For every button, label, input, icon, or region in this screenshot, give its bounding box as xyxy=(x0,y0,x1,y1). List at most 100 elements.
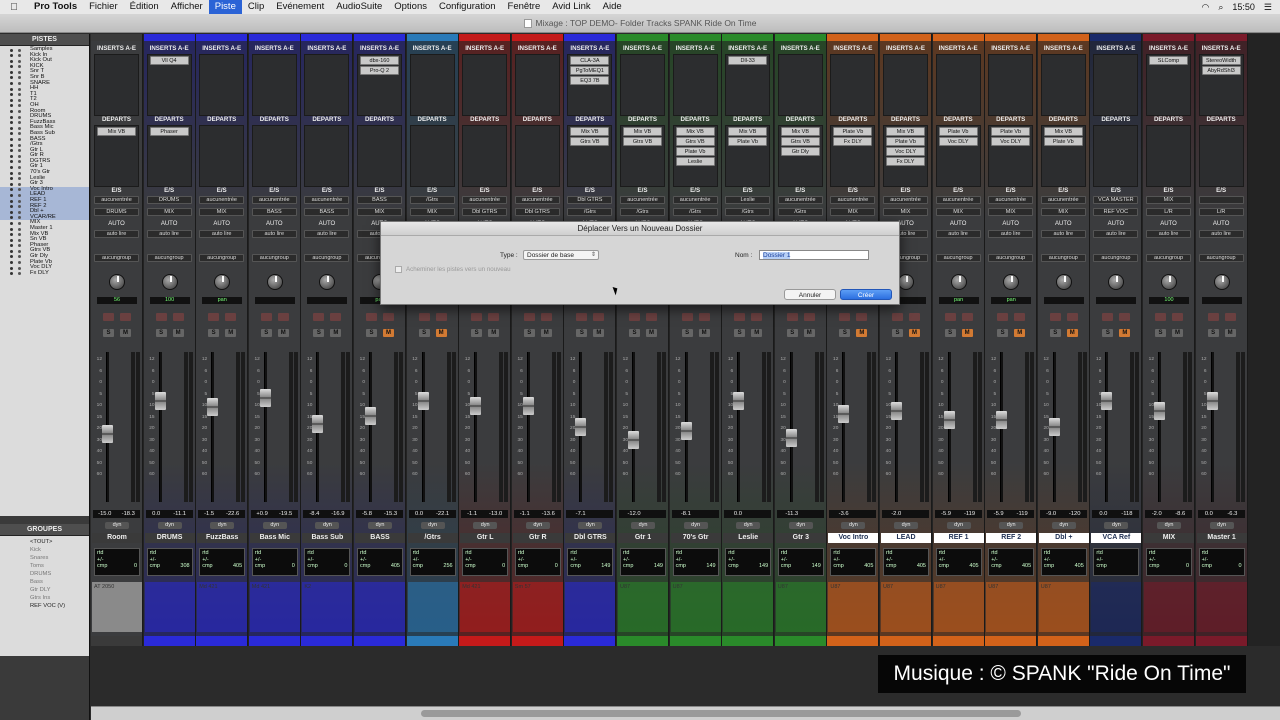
send-slot-empty[interactable] xyxy=(97,157,136,166)
track-active-icon[interactable] xyxy=(18,233,21,237)
output-selector[interactable]: L/R xyxy=(1198,208,1244,216)
send-slot-empty[interactable] xyxy=(939,167,978,176)
track-name[interactable]: Bass Sub xyxy=(302,533,353,543)
track-visible-icon[interactable] xyxy=(10,98,13,102)
output-selector[interactable]: MIX xyxy=(1040,208,1086,216)
track-active-icon[interactable] xyxy=(18,138,21,141)
record-button[interactable] xyxy=(839,313,851,321)
track-active-icon[interactable] xyxy=(18,266,21,270)
send-slot-empty[interactable] xyxy=(307,137,346,146)
send-slot-empty[interactable] xyxy=(360,127,399,136)
automation-mode[interactable]: auto lire xyxy=(1198,230,1244,238)
send-slot[interactable]: Voc DLY xyxy=(938,137,978,146)
track-active-icon[interactable] xyxy=(18,87,21,91)
automation-mode[interactable]: auto lire xyxy=(94,230,139,238)
comments-box[interactable] xyxy=(1144,582,1194,632)
mute-button[interactable]: M xyxy=(1119,329,1131,337)
solo-button[interactable]: S xyxy=(839,329,851,337)
output-selector[interactable]: BASS xyxy=(251,208,297,216)
comments-box[interactable]: U87 xyxy=(618,582,668,632)
send-slot-empty[interactable] xyxy=(97,137,136,146)
input-monitor-button[interactable] xyxy=(330,313,342,321)
record-button[interactable] xyxy=(260,313,272,321)
comments-box[interactable]: U87 xyxy=(986,582,1037,632)
automation-mode[interactable]: auto lire xyxy=(1040,230,1086,238)
mute-button[interactable]: M xyxy=(1224,329,1236,337)
dyn-button[interactable]: dyn xyxy=(368,522,392,529)
fader-cap[interactable] xyxy=(1101,391,1113,410)
input-selector[interactable]: aucunentrée xyxy=(1040,196,1086,204)
insert-slot-empty[interactable] xyxy=(991,66,1030,75)
insert-slot-empty[interactable] xyxy=(781,96,820,105)
insert-slot[interactable]: Dll-33 xyxy=(728,56,768,65)
track-active-icon[interactable] xyxy=(18,210,21,214)
menu-afficher[interactable]: Afficher xyxy=(165,0,209,14)
group-item[interactable]: Bass xyxy=(0,578,89,586)
track-name[interactable]: LEAD xyxy=(881,533,931,543)
track-active-icon[interactable] xyxy=(18,132,21,136)
send-slot-empty[interactable] xyxy=(97,167,136,176)
track-name[interactable]: Bass Mic xyxy=(249,533,300,543)
track-name[interactable]: Voc Intro xyxy=(828,533,879,543)
comments-box[interactable] xyxy=(355,582,405,632)
insert-slot[interactable]: EQ3 7B xyxy=(570,76,610,85)
automation-mode[interactable]: auto lire xyxy=(304,230,350,238)
fader-cap[interactable] xyxy=(312,415,324,434)
solo-button[interactable]: S xyxy=(997,329,1009,337)
insert-slot-empty[interactable] xyxy=(97,56,136,65)
input-selector[interactable]: MIX xyxy=(1146,196,1191,204)
input-selector[interactable]: aucunentrée xyxy=(199,196,245,204)
insert-slot-empty[interactable] xyxy=(465,86,504,95)
send-slot-empty[interactable] xyxy=(465,167,504,176)
send-slot-empty[interactable] xyxy=(150,137,189,146)
insert-slot-empty[interactable] xyxy=(623,76,662,85)
track-active-icon[interactable] xyxy=(18,104,21,108)
input-monitor-button[interactable] xyxy=(540,313,552,321)
comments-box[interactable]: Sm 57 xyxy=(512,582,563,632)
input-monitor-button[interactable] xyxy=(803,313,815,321)
send-slot-empty[interactable] xyxy=(1096,137,1135,146)
comments-box[interactable] xyxy=(1196,582,1247,632)
input-monitor-button[interactable] xyxy=(1224,313,1236,321)
send-slot-empty[interactable] xyxy=(833,167,872,176)
send-slot[interactable]: Mix VB xyxy=(780,127,820,136)
track-active-icon[interactable] xyxy=(18,244,21,248)
insert-slot-empty[interactable] xyxy=(307,66,346,75)
insert-slot-empty[interactable] xyxy=(518,96,557,105)
send-slot[interactable]: Mix VB xyxy=(1043,127,1083,136)
insert-slot-empty[interactable] xyxy=(97,66,136,75)
insert-slot-empty[interactable] xyxy=(150,66,189,75)
output-selector[interactable]: /Gtrs xyxy=(672,208,718,216)
comments-box[interactable] xyxy=(407,582,458,632)
input-monitor-button[interactable] xyxy=(488,313,500,321)
fader-cap[interactable] xyxy=(365,407,376,426)
send-slot-empty[interactable] xyxy=(1149,137,1188,146)
track-visible-icon[interactable] xyxy=(10,210,13,214)
track-visible-icon[interactable] xyxy=(10,244,13,248)
output-selector[interactable]: Dbl GTRS xyxy=(462,208,508,216)
automation-mode[interactable]: auto lire xyxy=(146,230,192,238)
send-slot-empty[interactable] xyxy=(465,127,504,136)
solo-button[interactable]: S xyxy=(471,329,483,337)
fader-cap[interactable] xyxy=(733,391,745,410)
track-visible-icon[interactable] xyxy=(10,177,13,181)
track-visible-icon[interactable] xyxy=(10,154,13,158)
mute-button[interactable]: M xyxy=(1172,329,1183,337)
fader-cap[interactable] xyxy=(575,418,587,436)
output-selector[interactable]: MIX xyxy=(935,208,981,216)
insert-slot-empty[interactable] xyxy=(1149,76,1188,85)
record-button[interactable] xyxy=(523,313,535,321)
track-visible-icon[interactable] xyxy=(10,115,13,119)
send-slot-empty[interactable] xyxy=(360,137,399,146)
fader-cap[interactable] xyxy=(207,398,219,417)
solo-button[interactable]: S xyxy=(103,329,114,337)
output-selector[interactable]: MIX xyxy=(199,208,245,216)
input-monitor-button[interactable] xyxy=(1119,313,1131,321)
send-slot-empty[interactable] xyxy=(939,147,978,156)
send-slot[interactable]: Mix VB xyxy=(570,127,610,136)
solo-button[interactable]: S xyxy=(1155,329,1166,337)
track-visible-icon[interactable] xyxy=(10,82,13,86)
automation-mode[interactable]: auto lire xyxy=(251,230,297,238)
insert-slot-empty[interactable] xyxy=(623,56,662,65)
track-name[interactable]: BASS xyxy=(355,533,405,543)
